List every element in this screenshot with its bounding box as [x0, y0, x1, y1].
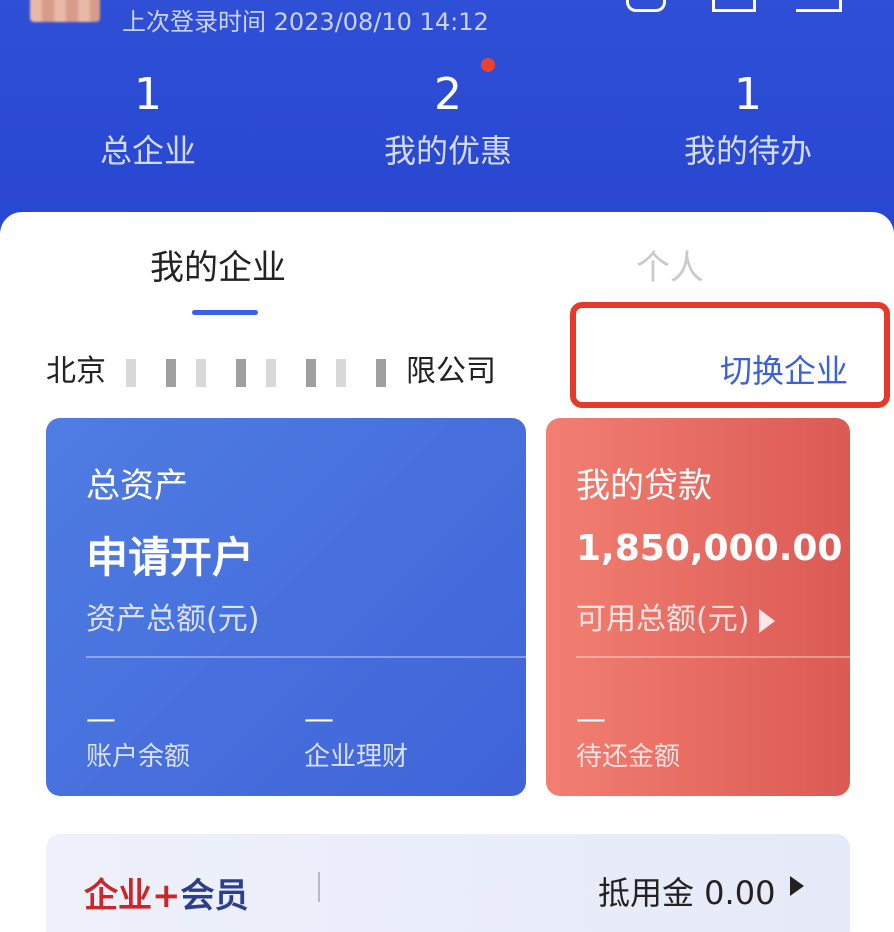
member-banner[interactable]: 企业+会员 抵用金 0.00 — [46, 834, 850, 932]
loan-card[interactable]: 我的贷款 1,850,000.00 可用总额(元) — 待还金额 — [546, 418, 850, 796]
notification-dot — [481, 58, 495, 72]
last-login-text: 上次登录时间 2023/08/10 14:12 — [122, 8, 489, 36]
switch-enterprise-button[interactable]: 切换企业 — [720, 346, 848, 392]
loan-sub[interactable]: 可用总额(元) — [576, 594, 776, 638]
chevron-right-icon[interactable] — [790, 876, 804, 896]
asset-card[interactable]: 总资产 申请开户 资产总额(元) — 账户余额 — 企业理财 — [46, 418, 526, 796]
service-icon[interactable] — [626, 0, 666, 12]
stat-enterprise[interactable]: 1 总企业 — [48, 70, 248, 174]
tab-personal[interactable]: 个人 — [636, 240, 704, 289]
divider — [86, 656, 526, 658]
stat-todo[interactable]: 1 我的待办 — [648, 70, 848, 174]
message-icon[interactable] — [796, 0, 842, 12]
settings-icon[interactable] — [712, 0, 756, 12]
avatar[interactable] — [30, 0, 100, 22]
redacted-mask — [106, 358, 406, 387]
company-name: 北京 限公司 — [46, 354, 496, 389]
tab-indicator — [192, 310, 258, 315]
divider — [576, 656, 850, 658]
member-logo: 企业+会员 — [84, 876, 249, 916]
tab-my-enterprise[interactable]: 我的企业 — [150, 240, 286, 289]
divider — [318, 872, 320, 902]
chevron-right-icon — [759, 608, 776, 633]
voucher-value: 抵用金 0.00 — [598, 874, 776, 912]
stat-coupons[interactable]: 2 我的优惠 — [348, 70, 548, 174]
